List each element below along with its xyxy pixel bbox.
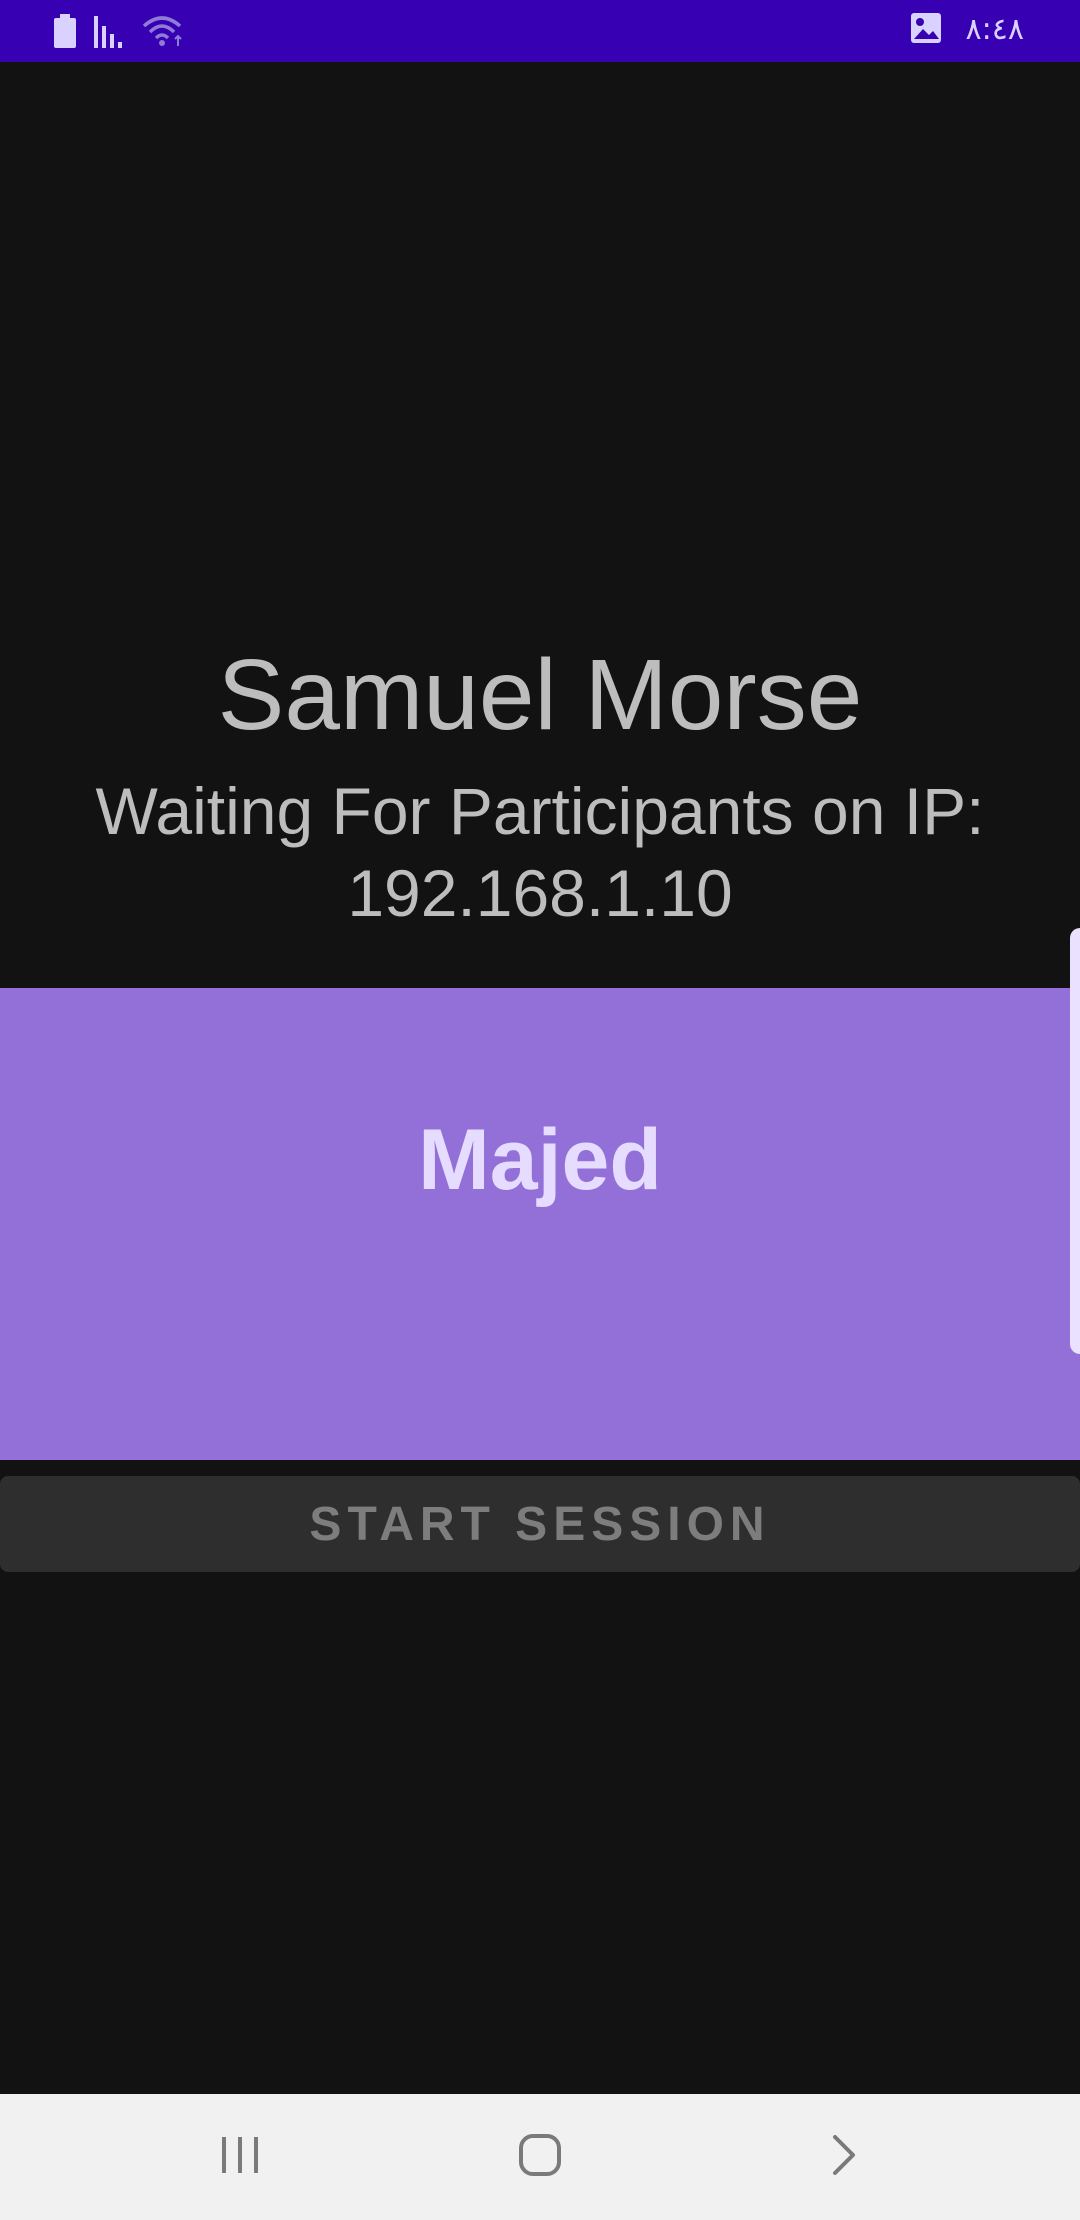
status-clock: ٨:٤٨ xyxy=(965,12,1024,47)
participant-list[interactable]: Majed xyxy=(0,988,1080,1460)
back-icon xyxy=(829,2133,859,2181)
recents-button[interactable] xyxy=(160,2094,320,2220)
status-bar: ٨:٤٨ xyxy=(0,0,1080,62)
signal-icon xyxy=(94,14,124,52)
participant-item[interactable]: Majed xyxy=(0,1110,1080,1210)
back-button[interactable] xyxy=(764,2094,924,2220)
home-icon xyxy=(518,2133,562,2181)
waiting-label: Waiting For Participants on IP: xyxy=(95,774,985,848)
status-right: ٨:٤٨ xyxy=(910,10,1024,50)
image-notification-icon xyxy=(910,12,942,48)
screen: ٨:٤٨ Samuel Morse Waiting For Participan… xyxy=(0,0,1080,2220)
start-session-button[interactable]: START SESSION xyxy=(0,1476,1080,1572)
edge-panel-handle[interactable] xyxy=(1070,928,1080,1354)
wifi-icon xyxy=(142,14,186,52)
waiting-message: Waiting For Participants on IP: 192.168.… xyxy=(0,770,1080,934)
status-left-icons xyxy=(54,14,186,52)
navigation-bar xyxy=(0,2094,1080,2220)
session-title: Samuel Morse xyxy=(217,639,863,751)
home-button[interactable] xyxy=(460,2094,620,2220)
battery-icon xyxy=(54,14,76,52)
ip-address: 192.168.1.10 xyxy=(347,856,733,930)
recents-icon xyxy=(218,2135,262,2179)
